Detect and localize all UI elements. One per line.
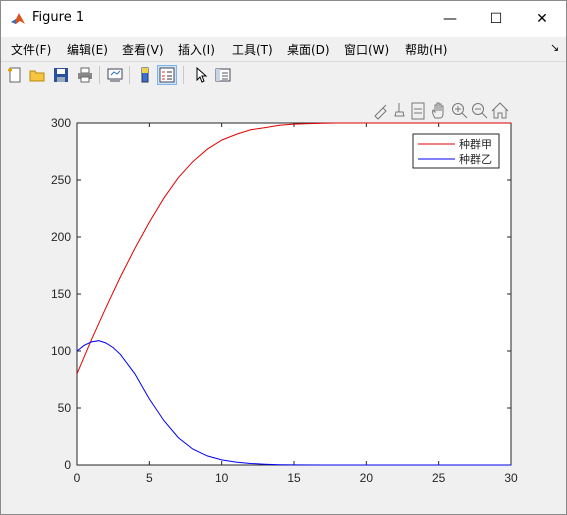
legend: 种群甲种群乙 [412, 133, 500, 169]
link-plot-button[interactable] [105, 65, 125, 85]
pan-hand-icon[interactable] [432, 102, 444, 119]
property-inspector-icon [215, 68, 231, 82]
matlab-logo-icon [11, 13, 25, 24]
print-icon [78, 67, 92, 83]
edit-plot-button[interactable] [191, 65, 211, 85]
new-figure-button[interactable] [5, 65, 25, 85]
export-icon[interactable] [411, 102, 425, 120]
close-icon: ✕ [536, 11, 548, 27]
link-plot-icon [107, 68, 123, 82]
x-tick-label: 5 [146, 471, 153, 485]
legend-label: 种群乙 [459, 152, 492, 166]
menu-desktop[interactable]: 桌面(D) [287, 41, 330, 58]
y-tick-label: 200 [51, 230, 71, 244]
x-tick-label: 15 [287, 471, 301, 485]
y-tick-label: 0 [64, 458, 71, 472]
legend-button[interactable] [157, 65, 177, 85]
toolbar-separator [129, 66, 130, 84]
save-icon [54, 68, 68, 82]
x-tick-label: 0 [74, 471, 81, 485]
menu-edit[interactable]: 编辑(E) [67, 41, 108, 58]
legend-icon [159, 67, 175, 83]
menu-file[interactable]: 文件(F) [11, 41, 51, 58]
open-folder-icon [29, 70, 45, 82]
x-tick-label: 10 [215, 471, 229, 485]
x-tick-label: 30 [504, 471, 518, 485]
x-tick-label: 20 [360, 471, 374, 485]
new-figure-icon [8, 67, 21, 83]
print-button[interactable] [75, 65, 95, 85]
dock-figure-icon[interactable]: ↘ [550, 41, 559, 54]
y-tick-label: 50 [58, 401, 72, 415]
figure-window: Figure 1 — ☐ ✕ 文件(F) 编辑(E) 查看(V) 插入(I) 工… [0, 0, 567, 515]
toolbar-separator [99, 66, 100, 84]
maximize-icon: ☐ [489, 11, 503, 27]
pointer-icon [196, 67, 208, 83]
axes-box [76, 122, 512, 466]
y-tick-label: 300 [51, 116, 71, 130]
title-bar[interactable]: Figure 1 — ☐ ✕ [1, 1, 566, 37]
y-tick-label: 100 [51, 344, 71, 358]
close-button[interactable]: ✕ [519, 1, 565, 37]
menu-tools[interactable]: 工具(T) [232, 41, 273, 58]
toolbar-separator [183, 66, 184, 84]
x-tick-label: 25 [432, 471, 446, 485]
window-title: Figure 1 [32, 10, 85, 25]
zoom-in-icon[interactable] [452, 103, 468, 119]
minimize-button[interactable]: — [427, 1, 473, 37]
menu-view[interactable]: 查看(V) [122, 41, 164, 58]
plot-area: 0 5 10 15 20 25 30050100150200250300种群甲种群乙 [51, 102, 518, 485]
zoom-out-icon[interactable] [472, 103, 488, 119]
y-tick-label: 150 [51, 287, 71, 301]
maximize-button[interactable]: ☐ [473, 1, 519, 37]
minimize-icon: — [443, 11, 457, 27]
menu-window[interactable]: 窗口(W) [344, 41, 389, 58]
property-inspector-button[interactable] [213, 65, 233, 85]
figure-canvas: 0 5 10 15 20 25 30 0 50 100 150 200 250 300 种群甲 种群乙 [1, 90, 566, 514]
y-tick-label: 250 [51, 173, 71, 187]
axes-toolbar [374, 102, 509, 120]
menu-insert[interactable]: 插入(I) [178, 41, 215, 58]
brush-icon[interactable] [374, 104, 387, 120]
menu-help[interactable]: 帮助(H) [405, 41, 447, 58]
colorbar-icon [141, 67, 149, 83]
save-button[interactable] [51, 65, 71, 85]
colorbar-button[interactable] [135, 65, 155, 85]
legend-label: 种群甲 [459, 137, 492, 151]
open-file-button[interactable] [27, 65, 47, 85]
axes: 0 5 10 15 20 25 30050100150200250300种群甲种群乙 [51, 116, 518, 485]
home-icon[interactable] [491, 102, 509, 119]
datatip-icon[interactable] [394, 103, 405, 117]
